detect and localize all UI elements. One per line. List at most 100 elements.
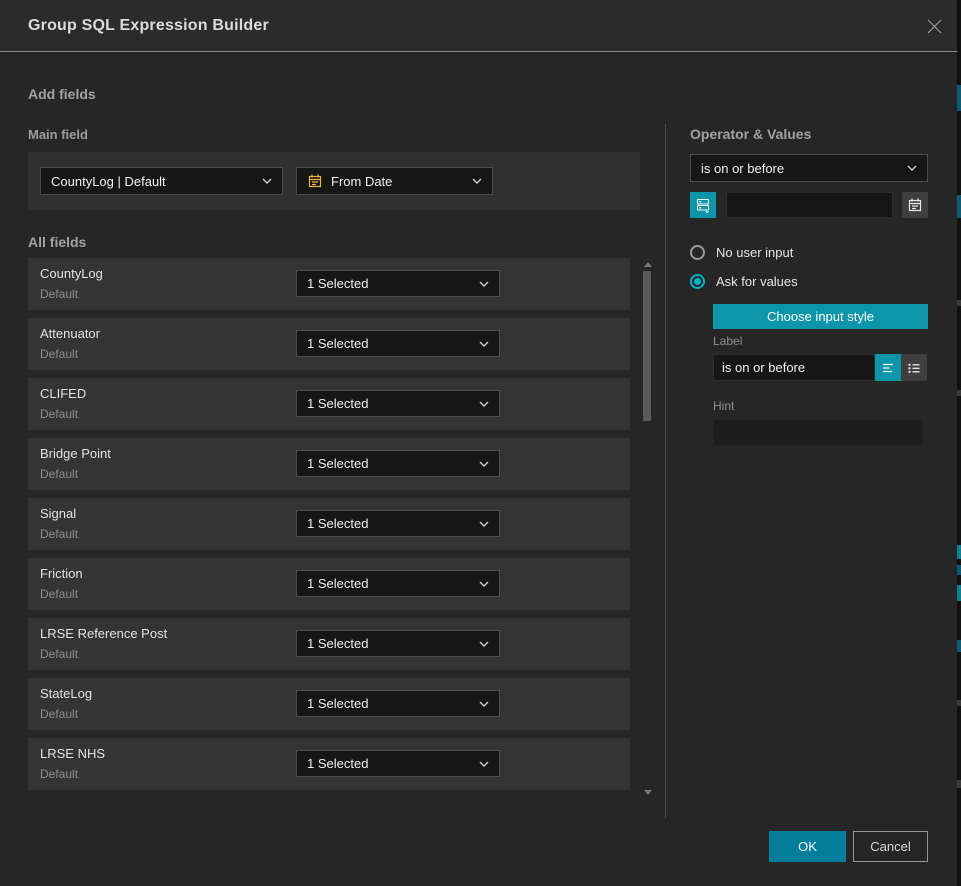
field-values-select[interactable]: 1 Selected: [296, 270, 500, 297]
date-value-input[interactable]: [726, 192, 893, 218]
unique-values-icon: [695, 197, 711, 213]
field-name: LRSE Reference Post: [40, 626, 167, 641]
field-values-select-value: 1 Selected: [307, 636, 368, 651]
label-input-row: [713, 354, 927, 381]
close-button[interactable]: [925, 17, 944, 36]
close-icon: [925, 17, 944, 36]
ok-button[interactable]: OK: [769, 831, 846, 862]
radio-ask-for-values[interactable]: Ask for values: [690, 274, 798, 289]
chevron-down-icon: [479, 461, 489, 467]
single-line-style-button[interactable]: [875, 354, 901, 381]
chevron-down-icon: [479, 341, 489, 347]
field-subtitle: Default: [40, 647, 78, 661]
field-subtitle: Default: [40, 707, 78, 721]
field-values-select-value: 1 Selected: [307, 456, 368, 471]
field-name: StateLog: [40, 686, 92, 701]
chevron-down-icon: [479, 401, 489, 407]
chevron-down-icon: [262, 178, 272, 184]
main-field-select[interactable]: From Date: [296, 167, 493, 195]
chevron-down-icon: [479, 761, 489, 767]
chevron-down-icon: [479, 521, 489, 527]
panel-divider: [665, 124, 666, 818]
field-subtitle: Default: [40, 467, 78, 481]
chevron-down-icon: [907, 165, 917, 171]
bullet-list-icon: [906, 360, 922, 376]
field-values-select[interactable]: 1 Selected: [296, 510, 500, 537]
field-name: Bridge Point: [40, 446, 111, 461]
field-values-select[interactable]: 1 Selected: [296, 630, 500, 657]
field-name: Friction: [40, 566, 83, 581]
field-row: CountyLog Default 1 Selected: [28, 258, 630, 310]
radio-icon: [690, 274, 705, 289]
value-input-row: [690, 192, 928, 218]
dialog-header: Group SQL Expression Builder: [0, 0, 957, 52]
field-subtitle: Default: [40, 287, 78, 301]
chevron-down-icon: [479, 701, 489, 707]
calendar-icon: [907, 197, 923, 213]
chevron-down-icon: [479, 281, 489, 287]
field-row: Bridge Point Default 1 Selected: [28, 438, 630, 490]
chevron-down-icon: [472, 178, 482, 184]
field-values-select[interactable]: 1 Selected: [296, 690, 500, 717]
hint-input[interactable]: [713, 419, 923, 446]
field-row: StateLog Default 1 Selected: [28, 678, 630, 730]
radio-no-user-input[interactable]: No user input: [690, 245, 793, 260]
scrollbar-up-arrow[interactable]: [644, 262, 652, 267]
operator-select-value: is on or before: [701, 161, 784, 176]
all-fields-list: CountyLog Default 1 Selected Attenuator …: [28, 258, 630, 798]
background-app-edge: [957, 0, 961, 886]
field-values-select-value: 1 Selected: [307, 276, 368, 291]
label-input[interactable]: [713, 354, 875, 381]
field-values-select-value: 1 Selected: [307, 576, 368, 591]
field-values-select-value: 1 Selected: [307, 756, 368, 771]
cancel-button[interactable]: Cancel: [853, 831, 928, 862]
align-left-icon: [880, 360, 896, 376]
field-values-select[interactable]: 1 Selected: [296, 450, 500, 477]
field-row: CLIFED Default 1 Selected: [28, 378, 630, 430]
group-sql-expression-builder-dialog: Group SQL Expression Builder Add fields …: [0, 0, 957, 886]
field-values-select[interactable]: 1 Selected: [296, 330, 500, 357]
field-name: CountyLog: [40, 266, 103, 281]
field-subtitle: Default: [40, 527, 78, 541]
date-picker-button[interactable]: [902, 192, 928, 218]
main-layer-select-value: CountyLog | Default: [51, 174, 166, 189]
dialog-title: Group SQL Expression Builder: [28, 0, 269, 52]
field-subtitle: Default: [40, 767, 78, 781]
field-name: Signal: [40, 506, 76, 521]
field-values-select-value: 1 Selected: [307, 396, 368, 411]
field-name: CLIFED: [40, 386, 86, 401]
field-subtitle: Default: [40, 407, 78, 421]
calendar-icon: [307, 173, 323, 189]
operator-select[interactable]: is on or before: [690, 154, 928, 182]
main-field-select-value: From Date: [331, 174, 392, 189]
field-values-select[interactable]: 1 Selected: [296, 390, 500, 417]
field-values-select-value: 1 Selected: [307, 696, 368, 711]
scrollbar-thumb[interactable]: [643, 271, 651, 421]
field-name: Attenuator: [40, 326, 100, 341]
radio-label: No user input: [716, 245, 793, 260]
main-layer-select[interactable]: CountyLog | Default: [40, 167, 283, 195]
scrollbar-down-arrow[interactable]: [644, 790, 652, 795]
field-values-select[interactable]: 1 Selected: [296, 750, 500, 777]
choose-input-style-button[interactable]: Choose input style: [713, 304, 928, 329]
field-values-select[interactable]: 1 Selected: [296, 570, 500, 597]
field-row: Friction Default 1 Selected: [28, 558, 630, 610]
field-row: Attenuator Default 1 Selected: [28, 318, 630, 370]
field-values-select-value: 1 Selected: [307, 516, 368, 531]
add-fields-heading: Add fields: [28, 86, 96, 102]
radio-label: Ask for values: [716, 274, 798, 289]
field-values-select-value: 1 Selected: [307, 336, 368, 351]
hint-caption: Hint: [713, 399, 734, 413]
field-subtitle: Default: [40, 587, 78, 601]
chevron-down-icon: [479, 581, 489, 587]
field-name: LRSE NHS: [40, 746, 105, 761]
field-row: Signal Default 1 Selected: [28, 498, 630, 550]
label-caption: Label: [713, 334, 742, 348]
field-subtitle: Default: [40, 347, 78, 361]
all-fields-label: All fields: [28, 234, 86, 250]
radio-icon: [690, 245, 705, 260]
main-field-container: CountyLog | Default From Date: [28, 152, 640, 210]
unique-values-button[interactable]: [690, 192, 716, 218]
main-field-label: Main field: [28, 127, 88, 142]
list-style-button[interactable]: [901, 354, 927, 381]
